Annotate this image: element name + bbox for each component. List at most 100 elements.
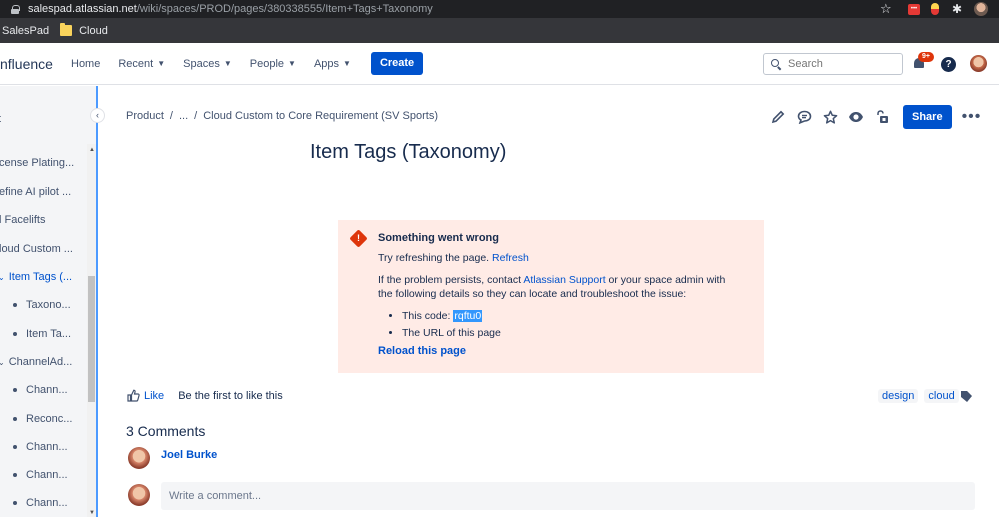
breadcrumb: Product / ... / Cloud Custom to Core Req…	[126, 110, 438, 122]
url-host: salespad.atlassian.net	[28, 3, 137, 15]
breadcrumb-product[interactable]: Product	[126, 110, 164, 122]
like-status-text: Be the first to like this	[178, 389, 283, 402]
bullet-icon	[13, 332, 17, 337]
error-code-item: This code: rqftu0	[402, 308, 750, 325]
sidebar-item-label: Item Ta...	[26, 328, 72, 340]
sidebar-item-label: Taxono...	[26, 299, 71, 311]
breadcrumb-parent-page[interactable]: Cloud Custom to Core Requirement (SV Spo…	[203, 110, 438, 122]
search-box[interactable]	[763, 53, 903, 75]
nav-recent[interactable]: Recent ▼	[118, 58, 165, 70]
sidebar-item[interactable]: efine AI pilot ...	[0, 186, 71, 198]
sidebar-child-item[interactable]: Chann...	[13, 497, 68, 509]
sidebar-item[interactable]: cense Plating...	[0, 157, 74, 169]
nav-apps[interactable]: Apps ▼	[314, 58, 351, 70]
thumbs-up-icon[interactable]	[127, 389, 140, 402]
extensions-puzzle-icon[interactable]: ✱	[952, 3, 964, 15]
sidebar-item-label: Chann...	[26, 469, 68, 481]
sidebar-item-label: Chann...	[26, 384, 68, 396]
scroll-up-arrow-icon[interactable]: ▲	[89, 147, 95, 153]
edit-icon[interactable]	[770, 109, 786, 125]
search-icon	[771, 59, 781, 69]
bullet-icon	[13, 501, 17, 506]
breadcrumb-ellipsis[interactable]: ...	[179, 110, 188, 122]
lock-icon	[11, 4, 20, 14]
bookmark-cloud[interactable]: Cloud	[79, 25, 108, 37]
share-button[interactable]: Share	[903, 105, 952, 129]
sidebar-item[interactable]: t	[0, 113, 1, 125]
bullet-icon	[13, 417, 17, 422]
error-panel: ! Something went wrong Try refreshing th…	[338, 220, 764, 373]
restrictions-lock-icon[interactable]	[874, 109, 890, 125]
label-cloud[interactable]: cloud	[924, 389, 959, 403]
create-button[interactable]: Create	[370, 52, 424, 75]
collapse-sidebar-chevron-left-icon[interactable]: ‹	[90, 108, 105, 123]
bookmarks-bar: SalesPad Cloud	[0, 18, 999, 43]
sidebar-item[interactable]: loud Custom ...	[0, 243, 73, 255]
bullet-icon	[13, 303, 17, 308]
refresh-link[interactable]: Refresh	[492, 252, 529, 264]
nav-people[interactable]: People ▼	[250, 58, 296, 70]
sidebar-child-item[interactable]: Chann...	[13, 384, 68, 396]
more-actions-icon[interactable]: •••	[962, 108, 982, 126]
confluence-logo[interactable]: nfluence	[0, 56, 60, 72]
sidebar-item-active[interactable]: ⌄ Item Tags (...	[0, 271, 72, 283]
like-button[interactable]: Like	[144, 390, 164, 402]
bullet-icon	[13, 388, 17, 393]
sidebar-item-label: efine AI pilot ...	[0, 186, 72, 198]
chevron-down-icon: ▼	[343, 59, 351, 68]
current-user-avatar	[128, 484, 150, 506]
browser-profile-avatar[interactable]	[974, 2, 988, 16]
breadcrumb-separator: /	[194, 110, 198, 122]
write-comment-input[interactable]: Write a comment...	[161, 482, 975, 510]
browser-address-bar[interactable]: salespad.atlassian.net/wiki/spaces/PROD/…	[0, 0, 999, 18]
error-code[interactable]: rqftu0	[453, 310, 483, 322]
like-row: Like Be the first to like this	[127, 389, 283, 402]
page-actions: Share •••	[770, 105, 981, 129]
search-input[interactable]	[788, 58, 888, 70]
sidebar-child-item[interactable]: Chann...	[13, 441, 68, 453]
caret-down-icon: ⌄	[0, 273, 5, 282]
error-warning-icon: !	[349, 229, 368, 248]
sidebar-child-item[interactable]: Chann...	[13, 469, 68, 481]
browser-toolbar-right: ☆ ••• ✱	[880, 0, 999, 18]
sidebar-child-item[interactable]: Item Ta...	[13, 328, 71, 340]
label-design[interactable]: design	[878, 389, 919, 403]
sidebar-child-item[interactable]: Taxono...	[13, 299, 71, 311]
error-try-text: Try refreshing the page.	[378, 252, 493, 264]
sidebar-item-label: Chann...	[26, 441, 68, 453]
sidebar-item[interactable]: ⌄ ChannelAd...	[0, 356, 72, 368]
add-label-tag-icon[interactable]	[961, 391, 972, 402]
bookmark-star-icon[interactable]: ☆	[880, 2, 894, 16]
commenter-avatar[interactable]	[128, 447, 150, 469]
breadcrumb-separator: /	[169, 110, 173, 122]
sidebar-item[interactable]: l Facelifts	[0, 214, 45, 226]
nav-spaces[interactable]: Spaces ▼	[183, 58, 232, 70]
notifications-button[interactable]: 9+	[912, 52, 934, 72]
sidebar-scrollbar[interactable]: ▲ ▼	[87, 144, 96, 517]
sidebar-child-item[interactable]: Reconc...	[13, 413, 72, 425]
error-code-label: This code:	[402, 310, 454, 322]
page-title: Item Tags (Taxonomy)	[310, 141, 507, 163]
bookmark-salespad[interactable]: SalesPad	[2, 25, 49, 37]
error-persist-before: If the problem persists, contact	[378, 274, 524, 286]
atlassian-support-link[interactable]: Atlassian Support	[523, 274, 605, 286]
help-icon[interactable]: ?	[941, 57, 956, 72]
url-text[interactable]: salespad.atlassian.net/wiki/spaces/PROD/…	[28, 3, 433, 15]
watch-eye-icon[interactable]	[848, 109, 864, 125]
nav-spaces-label: Spaces	[183, 57, 220, 70]
extension-pill-icon[interactable]	[931, 3, 939, 15]
scroll-down-arrow-icon[interactable]: ▼	[89, 510, 95, 516]
sidebar-item-label: t	[0, 113, 1, 125]
comments-heading: 3 Comments	[126, 423, 206, 439]
comment-author[interactable]: Joel Burke	[161, 449, 217, 461]
reload-page-link[interactable]: Reload this page	[378, 345, 750, 357]
error-title: Something went wrong	[378, 232, 499, 244]
nav-home[interactable]: Home	[71, 58, 100, 70]
comment-icon[interactable]	[796, 109, 812, 125]
scrollbar-thumb[interactable]	[88, 276, 95, 402]
extension-red-icon[interactable]: •••	[908, 3, 920, 15]
sidebar-item-label: l Facelifts	[0, 214, 46, 226]
user-avatar[interactable]	[970, 55, 987, 72]
sidebar-item-label: Reconc...	[26, 413, 73, 425]
star-icon[interactable]	[822, 109, 838, 125]
